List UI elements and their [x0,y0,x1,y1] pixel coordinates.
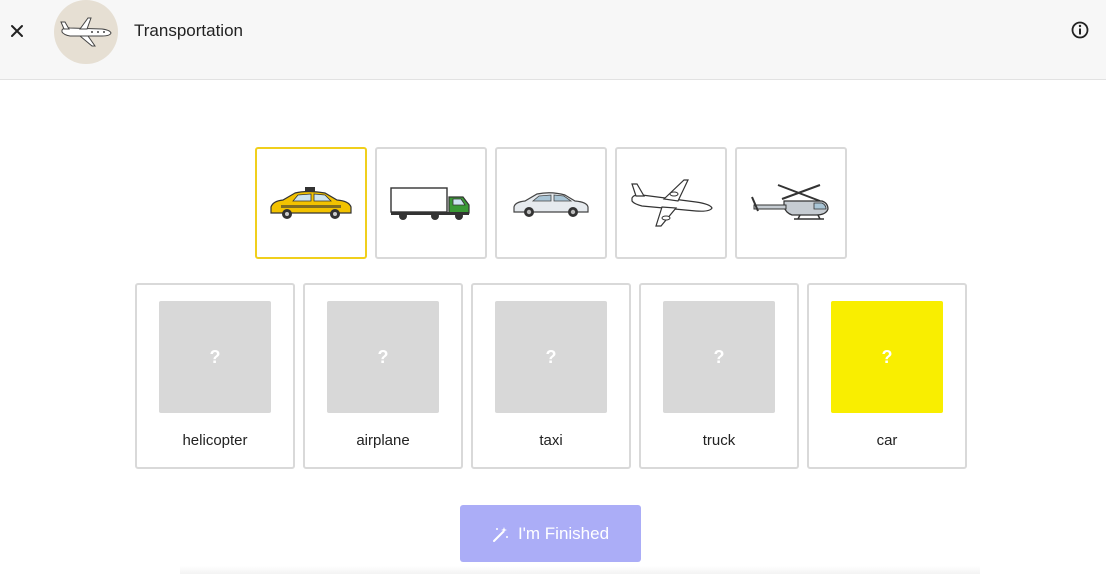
question-mark: ? [209,346,221,367]
card-label: taxi [539,432,563,449]
card-label: helicopter [182,432,248,449]
question-mark: ? [881,346,893,367]
question-mark: ? [377,346,389,367]
drop-slot[interactable]: ? [663,301,775,413]
top-bar: Transportation [0,0,1106,80]
tile-truck[interactable] [375,147,487,259]
car-icon [513,192,589,217]
page-title: Transportation [134,21,243,40]
word-card-truck[interactable]: ? truck [639,283,799,469]
question-mark: ? [713,346,725,367]
word-card-helicopter[interactable]: ? helicopter [135,283,295,469]
magic-wand-icon [492,526,508,542]
finish-button[interactable]: I'm Finished [460,505,641,562]
word-card-taxi[interactable]: ? taxi [471,283,631,469]
card-label: truck [702,432,736,449]
drop-slot[interactable]: ? [159,301,271,413]
info-icon [1071,21,1089,39]
word-card-airplane[interactable]: ? airplane [303,283,463,469]
tile-airplane[interactable] [615,147,727,259]
drop-slot[interactable]: ? [327,301,439,413]
bottom-divider [180,566,980,574]
finish-button-label: I'm Finished [517,523,610,543]
close-button[interactable] [4,18,30,44]
lesson-avatar [54,0,118,64]
card-label: car [876,432,898,449]
tile-helicopter[interactable] [735,147,847,259]
airplane-icon [631,179,713,227]
word-card-car[interactable]: ? car [807,283,967,469]
drop-slot-active[interactable]: ? [831,301,943,413]
taxi-icon [270,187,352,219]
tile-taxi[interactable] [255,147,367,259]
truck-icon [390,187,470,220]
helicopter-icon [751,184,829,220]
question-mark: ? [545,346,557,367]
drop-slot[interactable]: ? [495,301,607,413]
close-icon [11,25,23,37]
tile-car[interactable] [495,147,607,259]
image-tiles-row [255,147,855,259]
info-button[interactable] [1068,18,1092,42]
airplane-icon [60,17,112,47]
card-label: airplane [356,432,410,449]
